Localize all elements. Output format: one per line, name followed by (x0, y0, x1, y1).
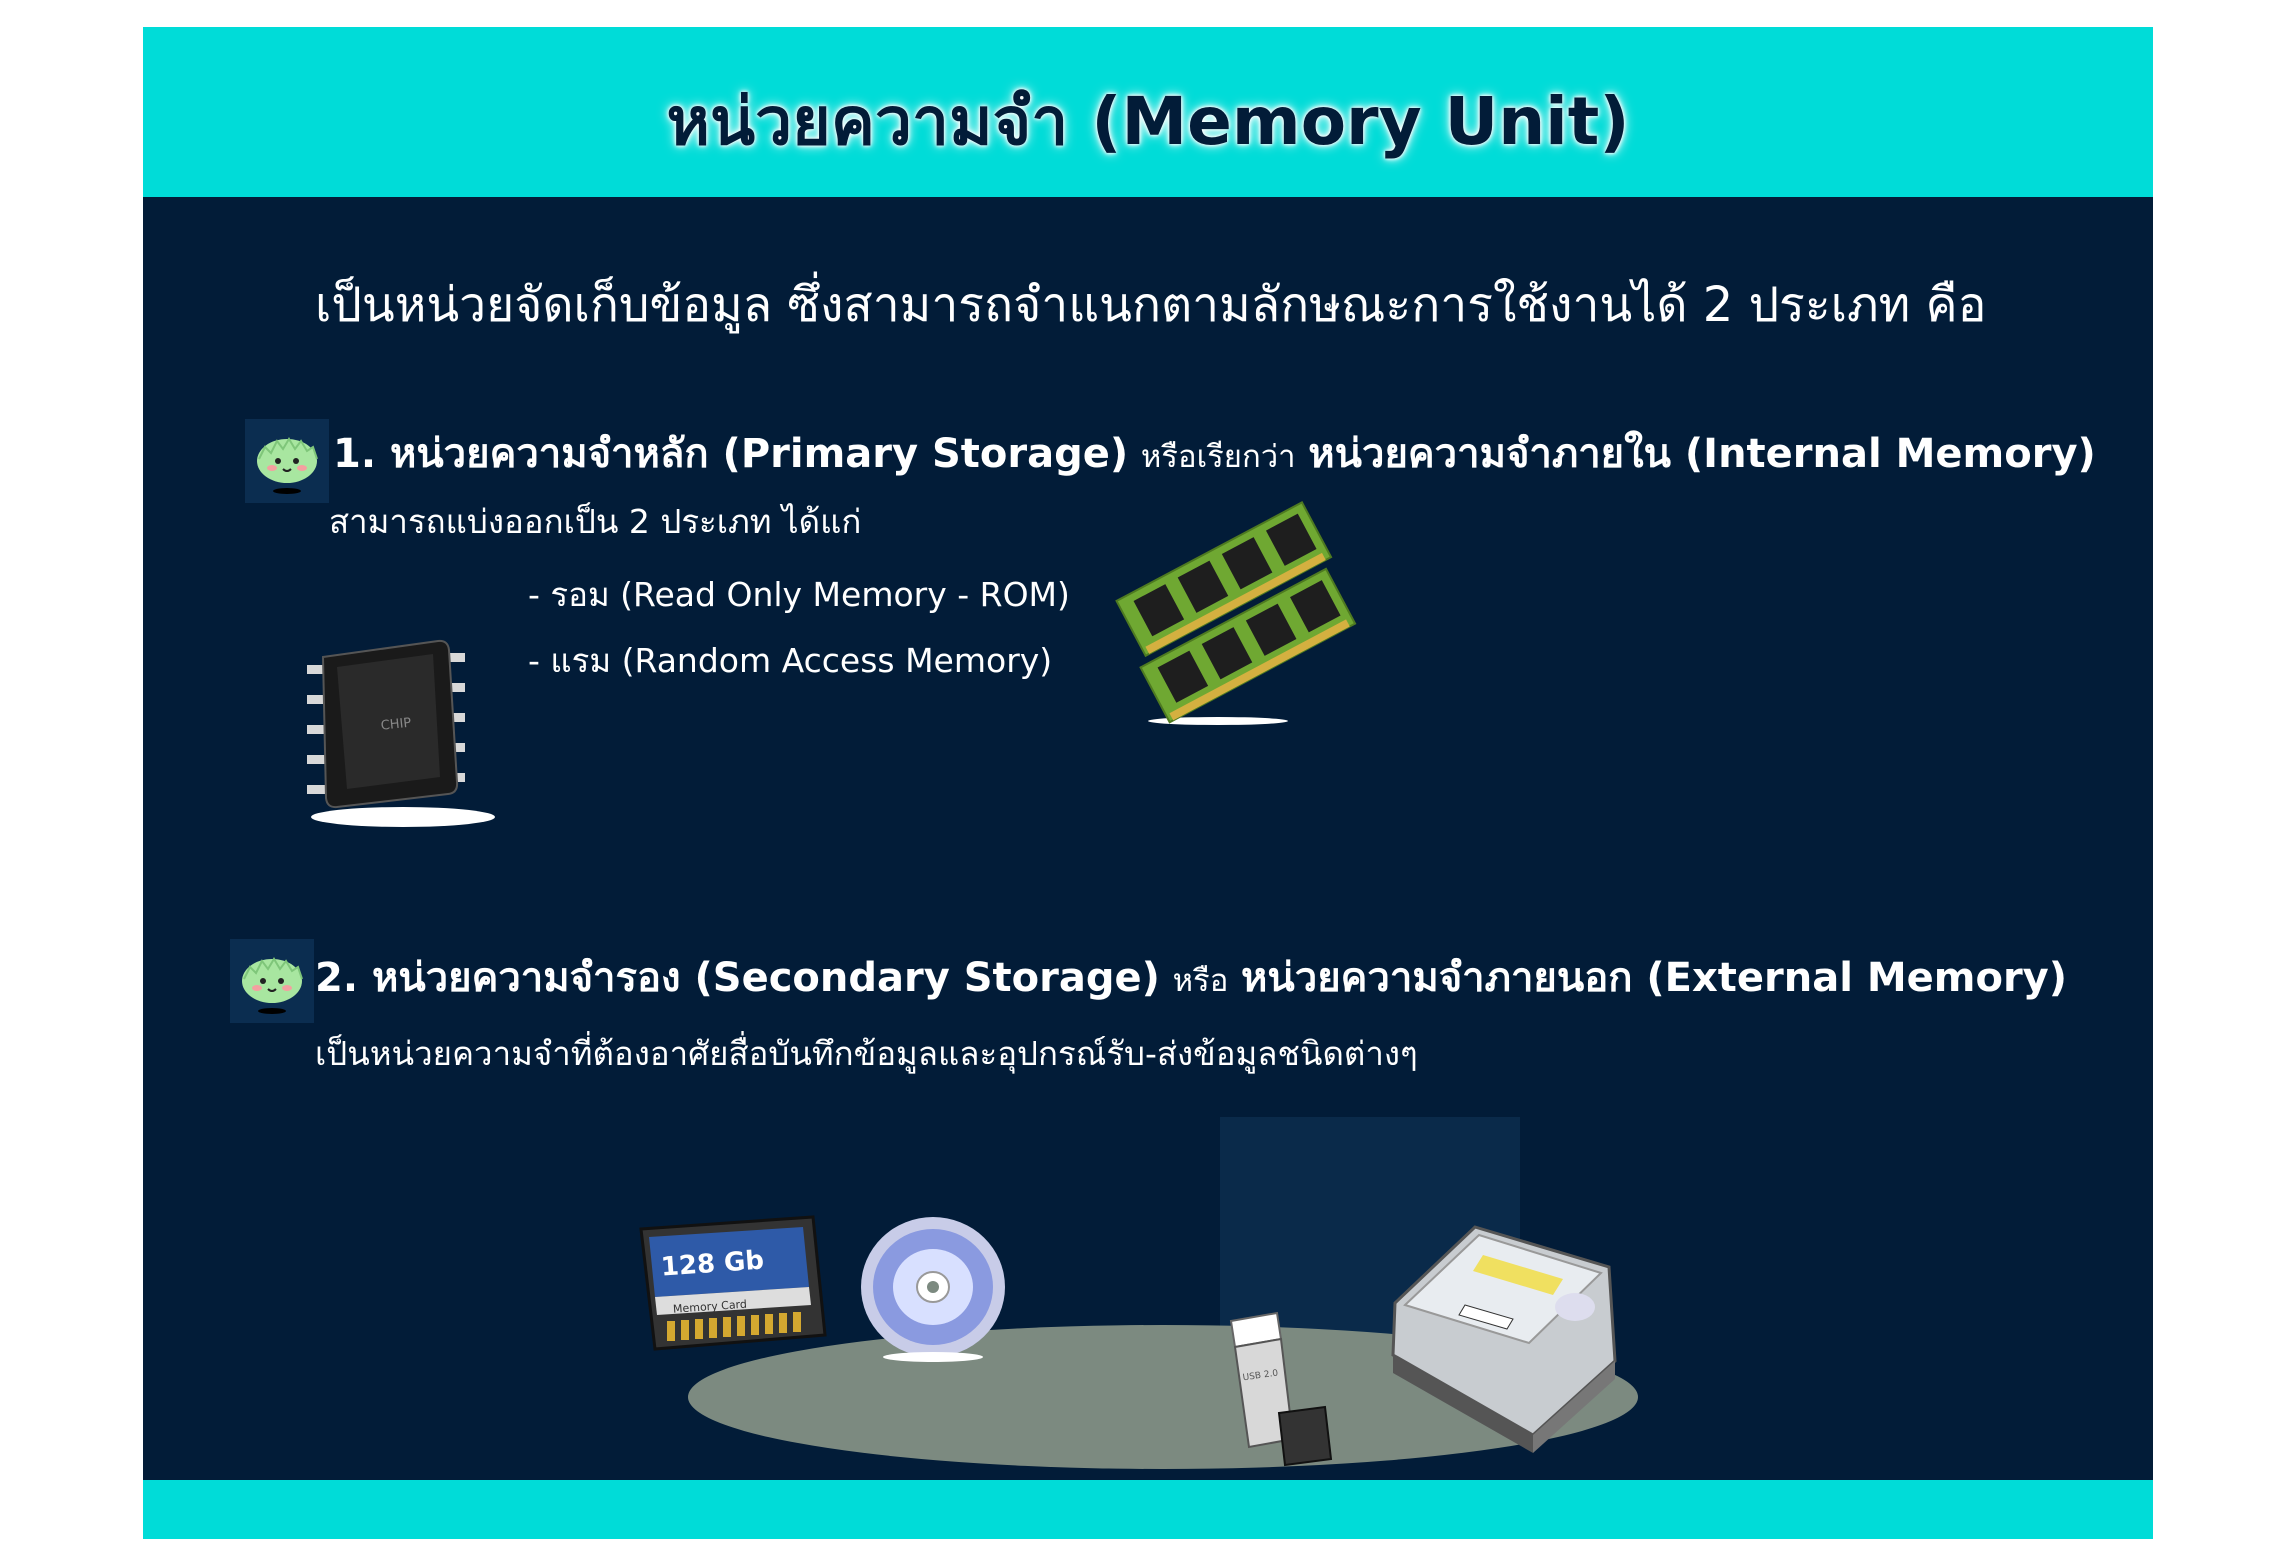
mascot-icon (245, 419, 329, 503)
intro-text: เป็นหน่วยจัดเก็บข้อมูล ซึ่งสามารถจำแนกตา… (315, 277, 1987, 333)
section2-heading-alt: หน่วยความจำภายนอก (External Memory) (1241, 955, 2068, 1001)
section1-heading-connector: หรือเรียกว่า (1140, 439, 1296, 475)
mascot-icon (230, 939, 314, 1023)
section1-description: สามารถแบ่งออกเป็น 2 ประเภท ได้แก่ (329, 502, 862, 541)
section2-heading: 2. หน่วยความจำรอง (Secondary Storage) หร… (315, 945, 2067, 1009)
title-bar: หน่วยความจำ (Memory Unit) (143, 27, 2153, 197)
section1-heading-main: 1. หน่วยความจำหลัก (Primary Storage) (333, 431, 1129, 477)
chip-label: CHIP (380, 716, 412, 734)
ram-module-image (1103, 497, 1363, 741)
section2-heading-main: 2. หน่วยความจำรอง (Secondary Storage) (315, 955, 1160, 1001)
storage-devices-image: 128 Gb Memory Card USB 2.0 (603, 1117, 1723, 1501)
rom-item: - รอม (Read Only Memory - ROM) (528, 575, 1070, 614)
section1-heading-alt: หน่วยความจำภายใน (Internal Memory) (1308, 431, 2096, 477)
footer-bar (143, 1480, 2153, 1539)
section2-description: เป็นหน่วยความจำที่ต้องอาศัยสื่อบันทึกข้อ… (315, 1034, 1418, 1073)
section2-heading-connector: หรือ (1172, 963, 1229, 999)
section1-heading: 1. หน่วยความจำหลัก (Primary Storage) หรื… (333, 421, 2096, 485)
page-title: หน่วยความจำ (Memory Unit) (666, 83, 1630, 160)
ram-item: - แรม (Random Access Memory) (528, 641, 1053, 680)
slide: หน่วยความจำ (Memory Unit) เป็นหน่วยจัดเก… (143, 27, 2153, 1539)
memory-card-icon: 128 Gb Memory Card (639, 1215, 827, 1351)
rom-chip-image: CHIP (293, 617, 503, 841)
